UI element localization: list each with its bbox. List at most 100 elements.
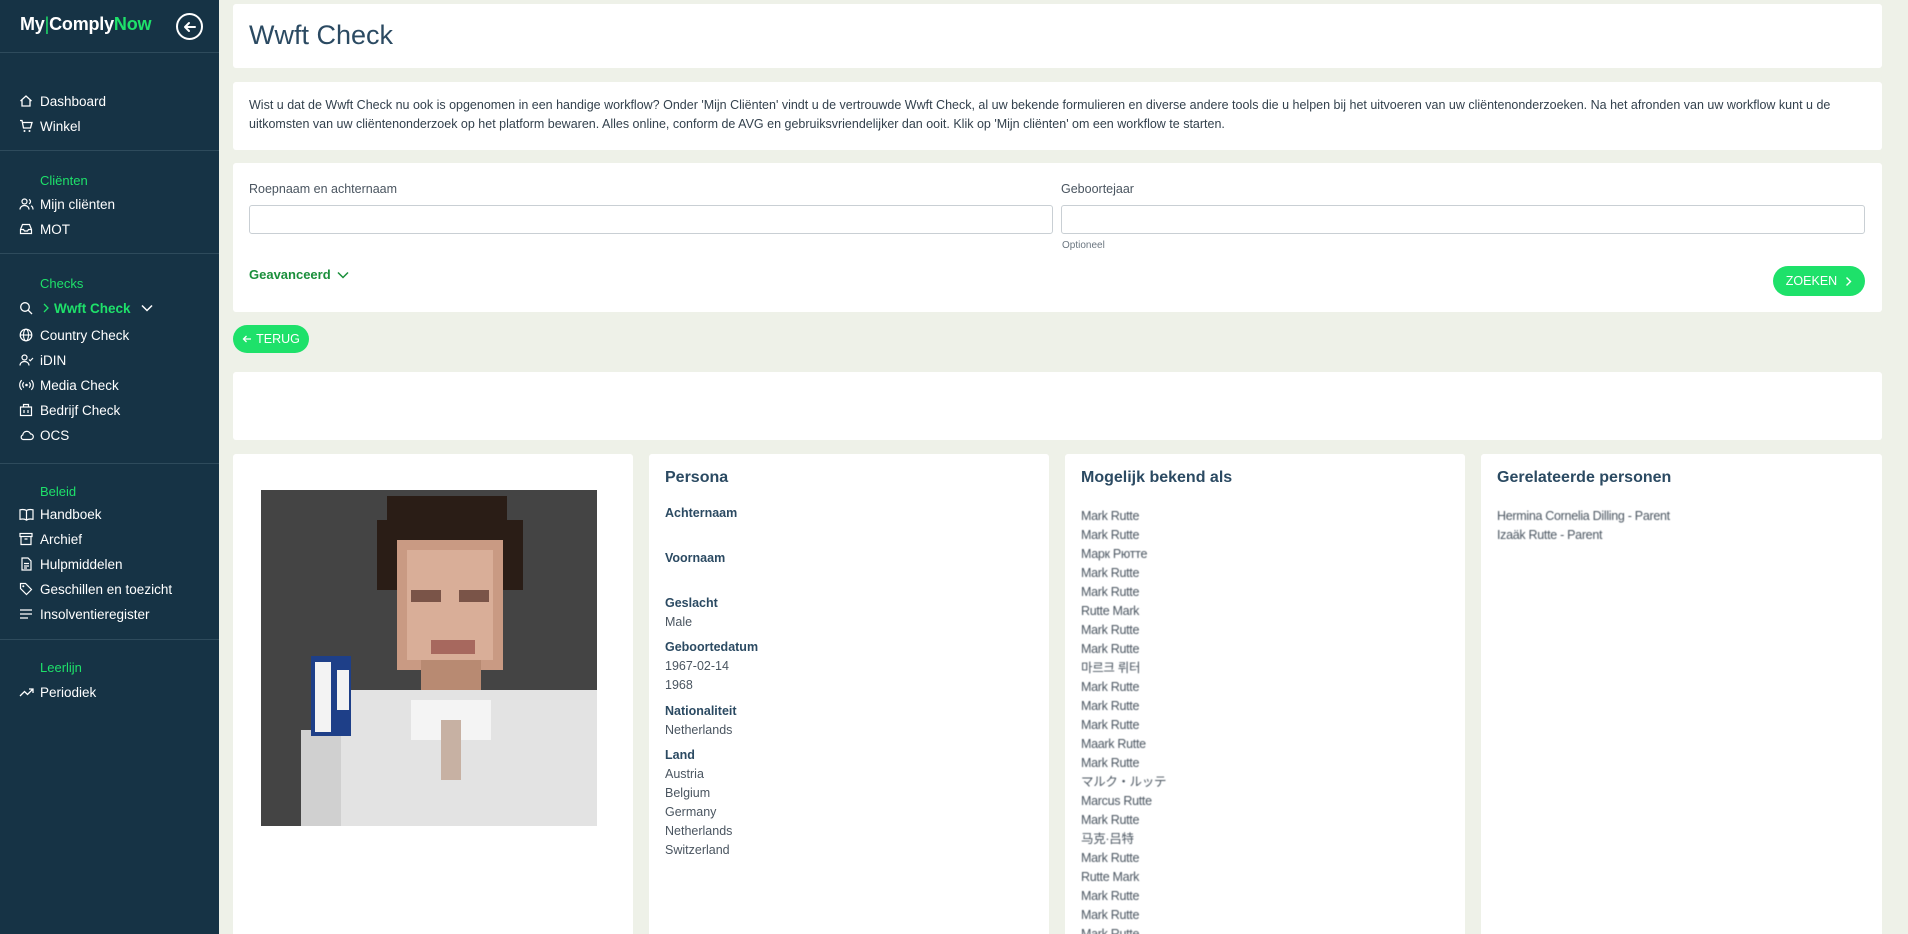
cloud-icon — [18, 427, 34, 443]
section-title-clienten: Cliënten — [40, 173, 88, 188]
back-button-label: TERUG — [256, 332, 300, 346]
sidebar-item-label: Mijn cliënten — [40, 196, 116, 212]
info-text: Wist u dat de Wwft Check nu ook is opgen… — [249, 98, 1831, 131]
logo-now: Now — [113, 14, 152, 34]
alias-item: Mark Rutte — [1081, 756, 1140, 770]
sidebar-item-label: OCS — [40, 427, 70, 443]
year-hint: Optioneel — [1062, 240, 1105, 251]
chevron-right-icon — [40, 300, 52, 316]
sidebar-item-hulpmiddelen[interactable]: Hulpmiddelen — [18, 554, 208, 574]
sidebar-item-mijn-clienten[interactable]: Mijn cliënten — [18, 194, 208, 214]
alias-item: Mark Rutte — [1081, 528, 1140, 542]
sidebar-item-archief[interactable]: Archief — [18, 529, 208, 549]
document-icon — [18, 556, 34, 572]
name-label: Roepnaam en achternaam — [249, 182, 398, 196]
sidebar-item-label: Insolventieregister — [40, 606, 150, 622]
alias-item: Mark Rutte — [1081, 813, 1140, 827]
arrow-left-icon — [183, 21, 196, 32]
alias-item: Mark Rutte — [1081, 509, 1140, 523]
sidebar-item-label: Periodiek — [40, 684, 97, 700]
sidebar: My|ComplyNow Dashboard Winkel Cliënten M… — [0, 0, 219, 934]
geboortedatum-value: 1967-02-14 — [665, 659, 729, 673]
alias-item: Mark Rutte — [1081, 718, 1140, 732]
globe-icon — [18, 327, 34, 343]
arrow-left-icon — [242, 335, 252, 343]
alias-item: Mark Rutte — [1081, 680, 1140, 694]
tag-icon — [18, 581, 34, 597]
sidebar-item-label: Dashboard — [40, 93, 107, 109]
sidebar-item-label: Country Check — [40, 327, 130, 343]
sidebar-item-wwft-check[interactable]: Wwft Check — [18, 298, 208, 318]
sidebar-item-mot[interactable]: MOT — [18, 219, 208, 239]
sidebar-item-periodiek[interactable]: Periodiek — [18, 682, 208, 702]
chevron-down-icon — [337, 271, 349, 279]
search-button-label: ZOEKEN — [1785, 274, 1838, 288]
alias-item: Mark Rutte — [1081, 908, 1140, 922]
land-label: Land — [665, 748, 695, 762]
alias-item: Mark Rutte — [1081, 927, 1140, 934]
list-icon — [18, 606, 34, 622]
voornaam-label: Voornaam — [665, 551, 726, 565]
sidebar-item-idin[interactable]: iDIN — [18, 350, 208, 370]
aliases-list: Mark Rutte Mark Rutte Марк Рютте Mark Ru… — [1081, 507, 1166, 934]
alias-item: 마르크 뤼터 — [1081, 661, 1141, 675]
alias-item: 马克·吕特 — [1081, 832, 1134, 846]
alias-item: Maark Rutte — [1081, 737, 1146, 751]
related-title: Gerelateerde personen — [1497, 469, 1672, 486]
related-item: Izaäk Rutte - Parent — [1497, 528, 1603, 542]
section-title-leerlijn: Leerlijn — [40, 660, 82, 675]
sidebar-item-label: Wwft Check — [54, 300, 131, 316]
collapse-sidebar-button[interactable] — [176, 13, 203, 40]
geboortedatum-label: Geboortedatum — [665, 640, 759, 654]
sidebar-item-label: Media Check — [40, 377, 119, 393]
alias-item: Mark Rutte — [1081, 699, 1140, 713]
sidebar-item-media-check[interactable]: Media Check — [18, 375, 208, 395]
logo[interactable]: My|ComplyNow — [20, 14, 152, 35]
achternaam-label: Achternaam — [665, 506, 738, 520]
sidebar-item-label: Archief — [40, 531, 83, 547]
alias-item: Marcus Rutte — [1081, 794, 1152, 808]
trend-icon — [18, 684, 34, 700]
year-input[interactable] — [1061, 205, 1865, 234]
users-icon — [18, 196, 34, 212]
sidebar-item-dashboard[interactable]: Dashboard — [18, 91, 208, 111]
land-value: Austria — [665, 767, 704, 781]
inbox-icon — [18, 221, 34, 237]
title-card — [233, 4, 1882, 68]
search-button[interactable]: ZOEKEN — [1773, 266, 1865, 296]
related-item: Hermina Cornelia Dilling - Parent — [1497, 509, 1670, 523]
archive-icon — [18, 531, 34, 547]
geslacht-label: Geslacht — [665, 596, 718, 610]
sidebar-item-label: Hulpmiddelen — [40, 556, 123, 572]
sidebar-item-geschillen[interactable]: Geschillen en toezicht — [18, 579, 208, 599]
sidebar-item-winkel[interactable]: Winkel — [18, 116, 208, 136]
aliases-title: Mogelijk bekend als — [1081, 469, 1233, 486]
name-input[interactable] — [249, 205, 1053, 234]
alias-item: Mark Rutte — [1081, 642, 1140, 656]
advanced-toggle[interactable]: Geavanceerd — [249, 267, 349, 282]
chevron-right-icon — [1846, 276, 1852, 286]
logo-my: My — [20, 14, 45, 34]
land-value: Switzerland — [665, 843, 730, 857]
related-list: Hermina Cornelia Dilling - Parent Izaäk … — [1497, 507, 1670, 545]
chevron-down-icon[interactable] — [140, 304, 153, 312]
sidebar-item-ocs[interactable]: OCS — [18, 425, 208, 445]
sidebar-item-bedrijf-check[interactable]: Bedrijf Check — [18, 400, 208, 420]
sidebar-item-handboek[interactable]: Handboek — [18, 504, 208, 524]
alias-item: Rutte Mark — [1081, 604, 1140, 618]
section-title-beleid: Beleid — [40, 484, 77, 499]
alias-item: Rutte Mark — [1081, 870, 1140, 884]
person-photo — [261, 490, 597, 826]
sidebar-item-country-check[interactable]: Country Check — [18, 325, 208, 345]
sidebar-item-insolventieregister[interactable]: Insolventieregister — [18, 604, 208, 624]
sidebar-item-label: MOT — [40, 221, 70, 237]
alias-item: マルク・ルッテ — [1081, 775, 1167, 789]
portrait-image — [261, 490, 597, 826]
back-button[interactable]: TERUG — [233, 325, 309, 353]
home-icon — [18, 93, 34, 109]
page-title: Wwft Check — [249, 20, 394, 50]
alias-item: Mark Rutte — [1081, 623, 1140, 637]
sidebar-item-label: Geschillen en toezicht — [40, 581, 173, 597]
section-title-checks: Checks — [40, 276, 84, 291]
nationaliteit-label: Nationaliteit — [665, 704, 737, 718]
